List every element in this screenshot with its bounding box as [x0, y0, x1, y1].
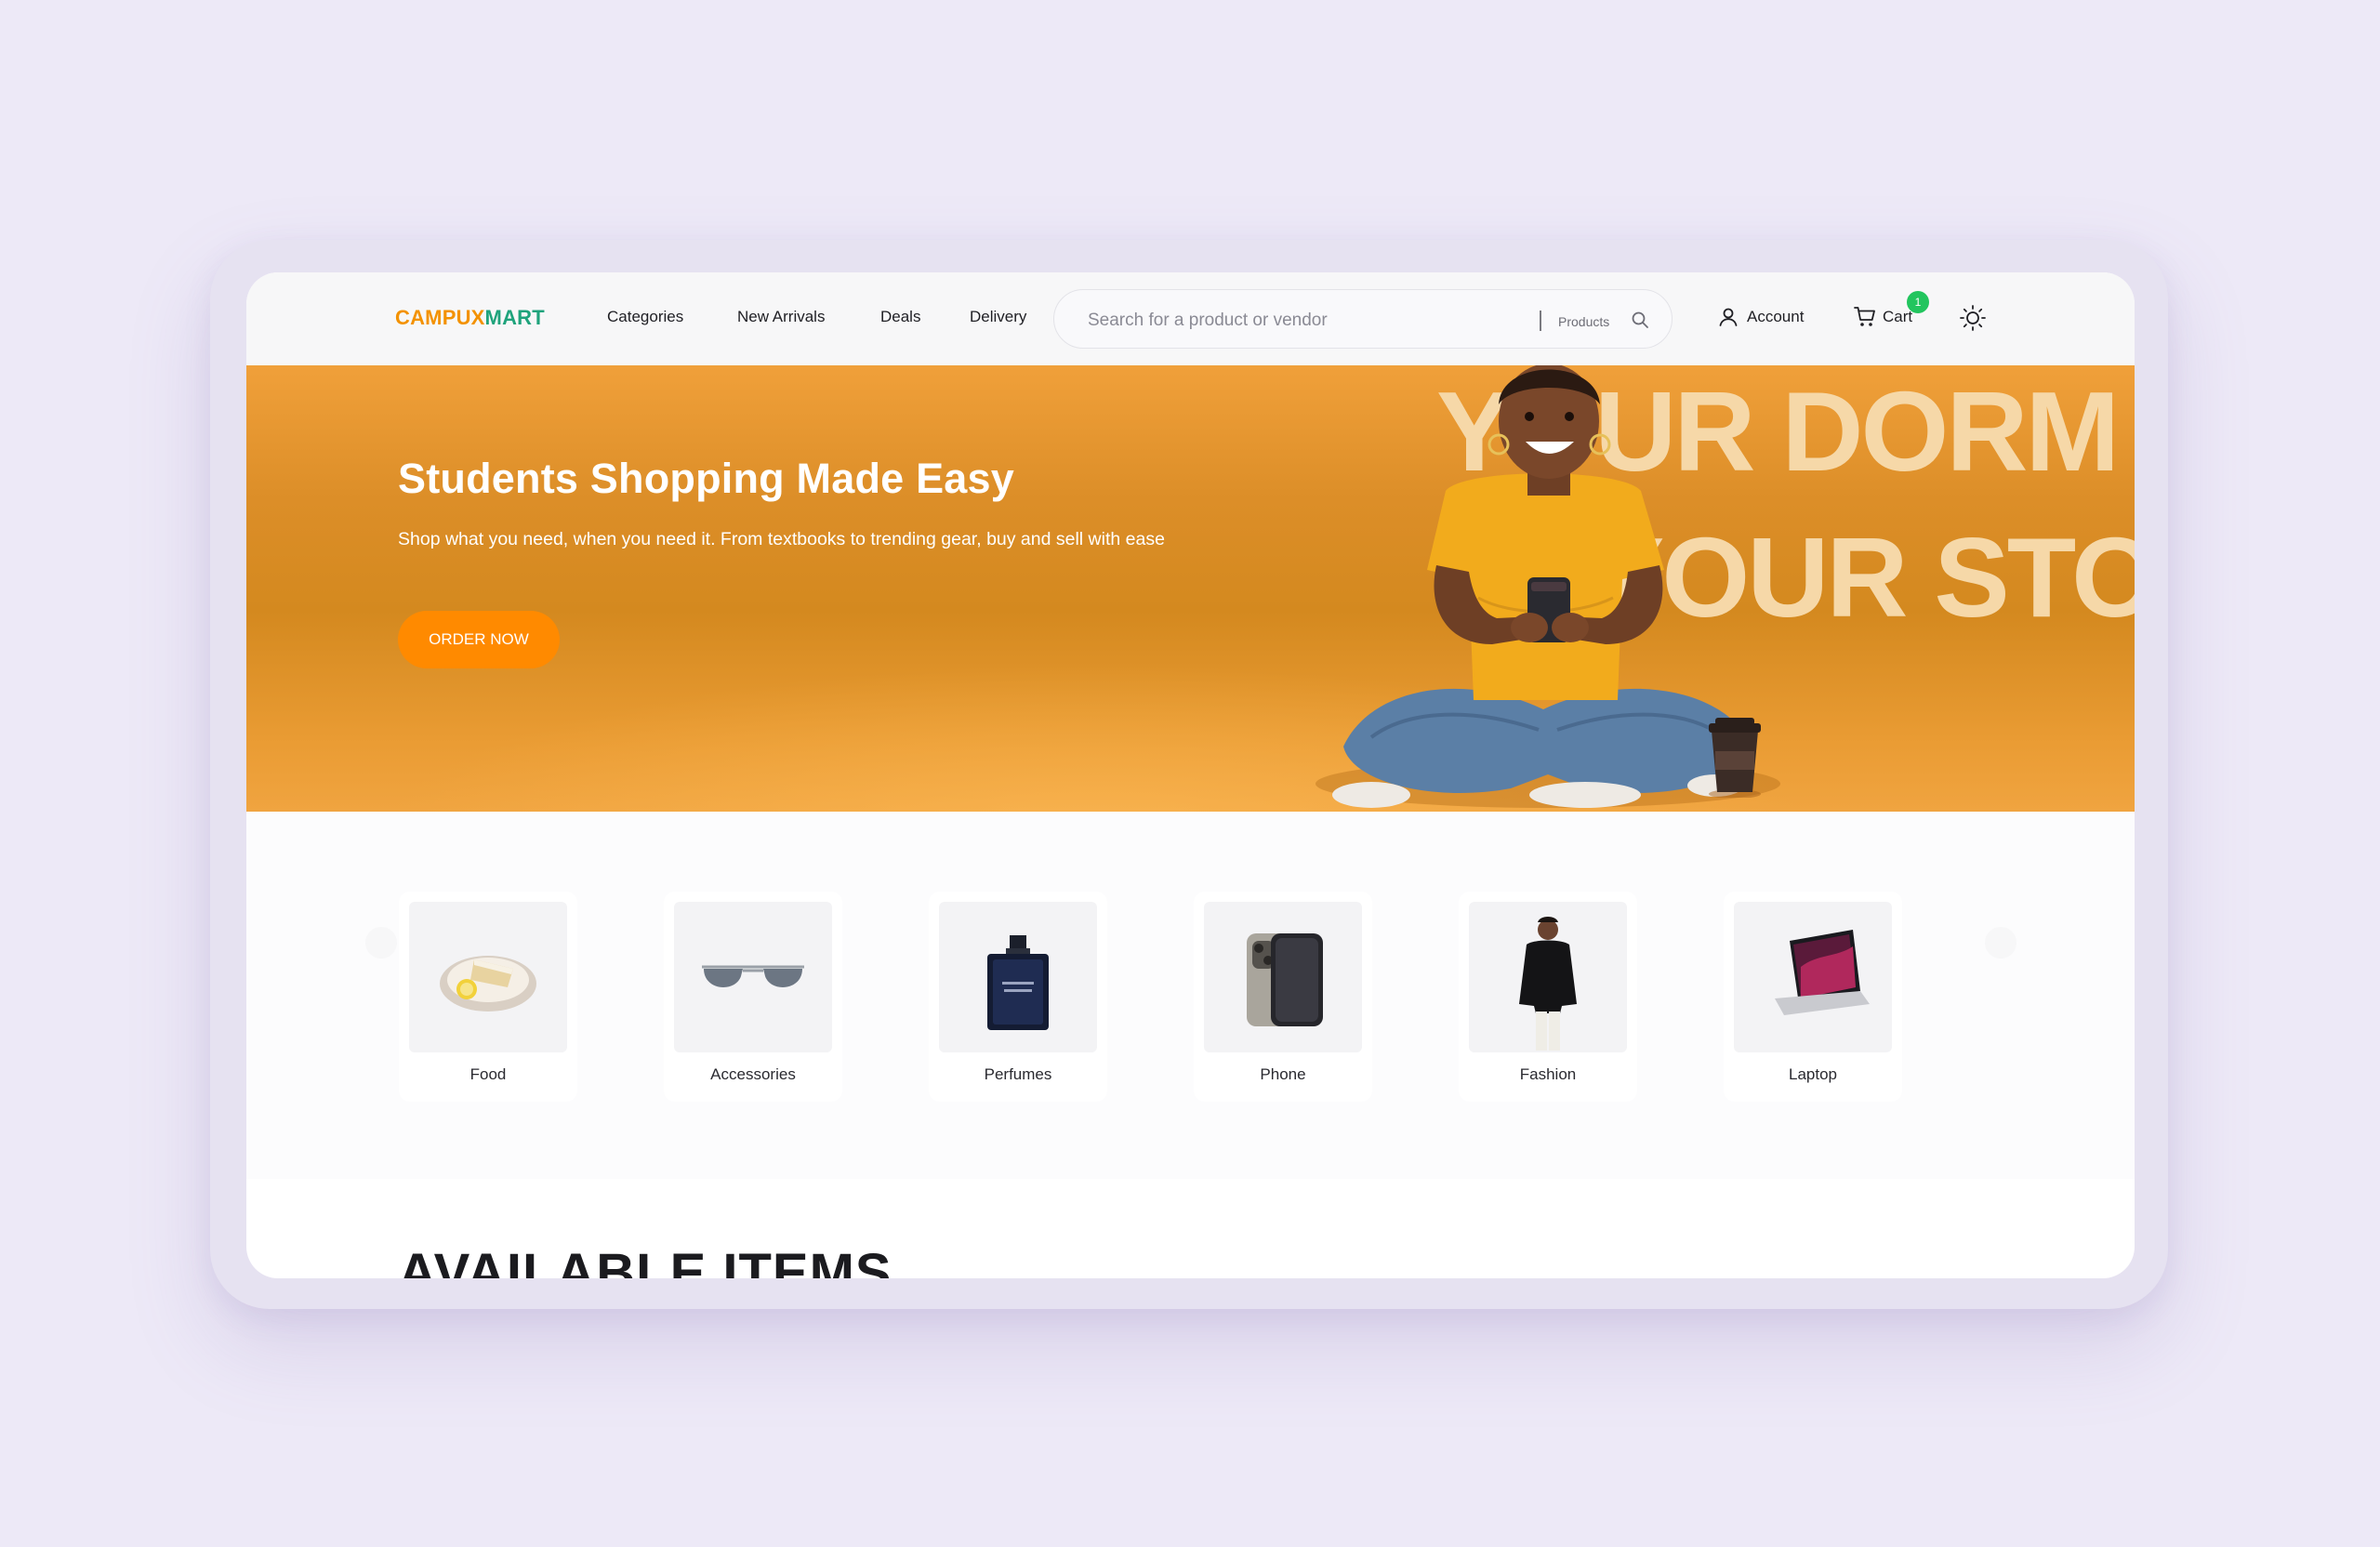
laptop-icon: [1775, 930, 1870, 1015]
order-now-button[interactable]: ORDER NOW: [398, 611, 560, 668]
search-icon[interactable]: [1631, 311, 1649, 329]
sun-icon[interactable]: [1959, 304, 1987, 332]
category-carousel: Food Accessories Perfumes Phone Fashion …: [246, 812, 2135, 1179]
sunglasses-icon: [702, 965, 804, 987]
hero-banner: YOUR DORM YOUR STORE: [246, 365, 2135, 812]
brand-logo-part1: CAMPUX: [395, 306, 485, 329]
smartphone-icon: [1247, 933, 1323, 1026]
category-card-fashion[interactable]: Fashion: [1459, 892, 1637, 1102]
category-card-food[interactable]: Food: [399, 892, 577, 1102]
cake-plate-icon: [440, 956, 536, 1012]
category-thumb: [939, 902, 1097, 1052]
search-bar: Products: [1053, 289, 1673, 349]
carousel-prev-arrow[interactable]: [365, 927, 397, 959]
brand-logo[interactable]: CAMPUXMART: [395, 306, 545, 330]
hero-title: Students Shopping Made Easy: [398, 455, 1014, 502]
carousel-next-arrow[interactable]: [1985, 927, 2016, 959]
nav-link-new-arrivals[interactable]: New Arrivals: [737, 308, 825, 326]
account-label: Account: [1747, 308, 1805, 325]
browser-viewport: CAMPUXMART Categories New Arrivals Deals…: [246, 272, 2135, 1278]
coffee-cup-image: [1709, 718, 1761, 798]
nav-link-deals[interactable]: Deals: [880, 308, 920, 326]
category-thumb: [674, 902, 832, 1052]
fashion-model-icon: [1519, 917, 1577, 1051]
top-navbar: CAMPUXMART Categories New Arrivals Deals…: [246, 272, 2135, 365]
category-label: Perfumes: [984, 1065, 1052, 1083]
category-card-accessories[interactable]: Accessories: [664, 892, 842, 1102]
hero-subtitle: Shop what you need, when you need it. Fr…: [398, 529, 1165, 549]
category-thumb: [1204, 902, 1362, 1052]
category-label: Laptop: [1789, 1065, 1837, 1083]
category-thumb: [1469, 902, 1627, 1052]
category-card-perfumes[interactable]: Perfumes: [929, 892, 1107, 1102]
category-label: Accessories: [710, 1065, 796, 1083]
cart-count-badge: 1: [1907, 291, 1929, 313]
category-card-phone[interactable]: Phone: [1194, 892, 1372, 1102]
category-thumb: [409, 902, 567, 1052]
user-icon: [1719, 308, 1738, 326]
cart-label: Cart: [1883, 308, 1913, 325]
section-title-available-items: AVAILABLE ITEMS: [398, 1243, 892, 1279]
search-scope-select[interactable]: Products: [1558, 314, 1609, 329]
category-label: Food: [469, 1065, 507, 1083]
cart-button[interactable]: Cart: [1853, 304, 1912, 330]
category-label: Phone: [1260, 1065, 1306, 1083]
nav-link-delivery[interactable]: Delivery: [970, 308, 1026, 326]
category-thumb: [1734, 902, 1892, 1052]
account-button[interactable]: Account: [1717, 304, 1804, 330]
search-divider: [1540, 311, 1541, 331]
nav-link-categories[interactable]: Categories: [607, 308, 683, 326]
category-label: Fashion: [1519, 1065, 1577, 1083]
brand-logo-part2: MART: [484, 306, 545, 329]
shopping-cart-icon: [1854, 307, 1875, 326]
category-card-laptop[interactable]: Laptop: [1724, 892, 1902, 1102]
perfume-bottle-icon: [987, 935, 1049, 1030]
search-input[interactable]: [1086, 307, 1508, 335]
